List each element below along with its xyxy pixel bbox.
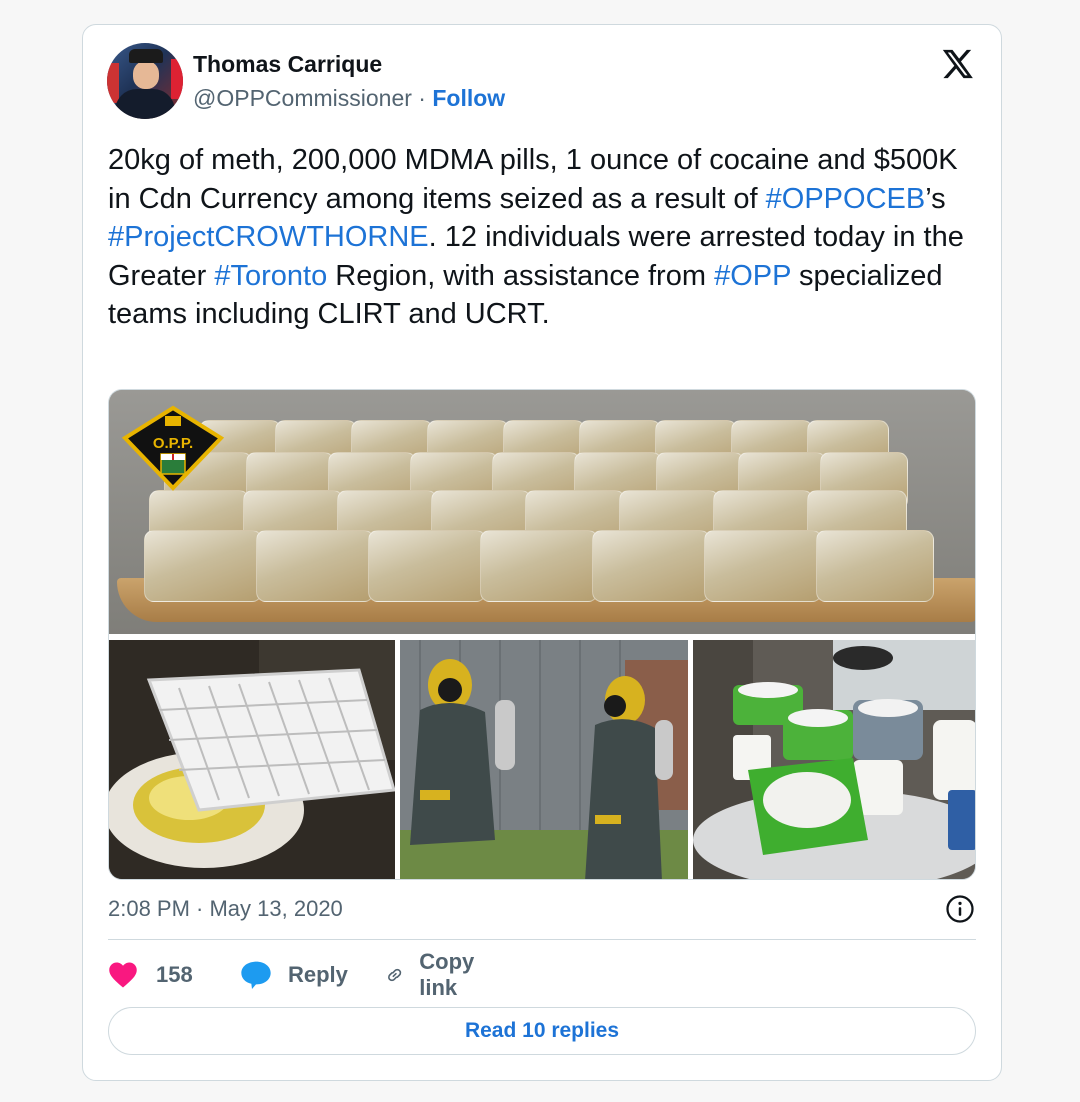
avatar-uniform (115, 89, 175, 119)
drug-bag (144, 530, 262, 602)
hashtag-opp[interactable]: #OPP (714, 260, 791, 292)
seized-drugs-photo[interactable]: O.P.P. (109, 390, 975, 634)
x-logo-icon[interactable] (939, 47, 975, 81)
powder-bins-illustration (693, 640, 975, 879)
copy-link-button[interactable]: Copy link (384, 949, 485, 1000)
author-name[interactable]: Thomas Carrique (193, 51, 382, 78)
tweet-timestamp[interactable]: 2:08 PM · May 13, 2020 (108, 896, 343, 922)
drug-bag (256, 530, 374, 602)
hazmat-officers-photo[interactable] (400, 640, 688, 879)
hazmat-illustration (400, 640, 688, 879)
opp-badge-text: O.P.P. (153, 435, 193, 452)
divider (108, 939, 976, 940)
avatar-face (133, 61, 159, 89)
drug-bag (592, 530, 710, 602)
opp-badge-icon: O.P.P. (121, 405, 225, 491)
author-handle[interactable]: @OPPCommissioner (193, 85, 412, 111)
hashtag-projectcrowthorne[interactable]: #ProjectCROWTHORNE (108, 221, 429, 253)
link-icon (388, 968, 402, 982)
avatar-flag-right (171, 59, 183, 99)
powder-bins-photo[interactable] (693, 640, 975, 879)
reply-label: Reply (288, 962, 348, 987)
fan-lab-photo[interactable] (109, 640, 395, 879)
tweet-media[interactable]: O.P.P. (108, 389, 976, 880)
drug-bag (368, 530, 486, 602)
read-replies-button[interactable]: Read 10 replies (108, 1007, 976, 1055)
copy-link-label: Copy link (419, 949, 475, 1000)
hashtag-toronto[interactable]: #Toronto (214, 260, 327, 292)
tweet-text: 20kg of meth, 200,000 MDMA pills, 1 ounc… (108, 141, 988, 334)
drug-bag (704, 530, 822, 602)
author-handle-row: @OPPCommissioner · Follow (193, 85, 505, 112)
avatar-flag-left (107, 63, 119, 103)
reply-button[interactable]: Reply (240, 955, 348, 995)
handle-separator: · (418, 85, 426, 111)
hashtag-oppoceb[interactable]: #OPPOCEB (766, 183, 926, 215)
tweet-text-segment: ’s (925, 182, 946, 215)
fan-lab-illustration (109, 640, 395, 879)
info-icon[interactable] (945, 894, 975, 924)
follow-button[interactable]: Follow (432, 85, 505, 111)
like-count: 158 (156, 962, 193, 987)
tweet-card: Thomas Carrique @OPPCommissioner · Follo… (82, 24, 1002, 1081)
like-button[interactable]: 158 (108, 955, 193, 995)
avatar[interactable] (107, 43, 183, 119)
drug-bag (480, 530, 598, 602)
heart-icon (109, 962, 137, 988)
drug-bag (816, 530, 934, 602)
tweet-text-segment: Region, with assistance from (327, 259, 715, 292)
speech-bubble-icon (241, 961, 271, 989)
avatar-cap (129, 49, 163, 63)
